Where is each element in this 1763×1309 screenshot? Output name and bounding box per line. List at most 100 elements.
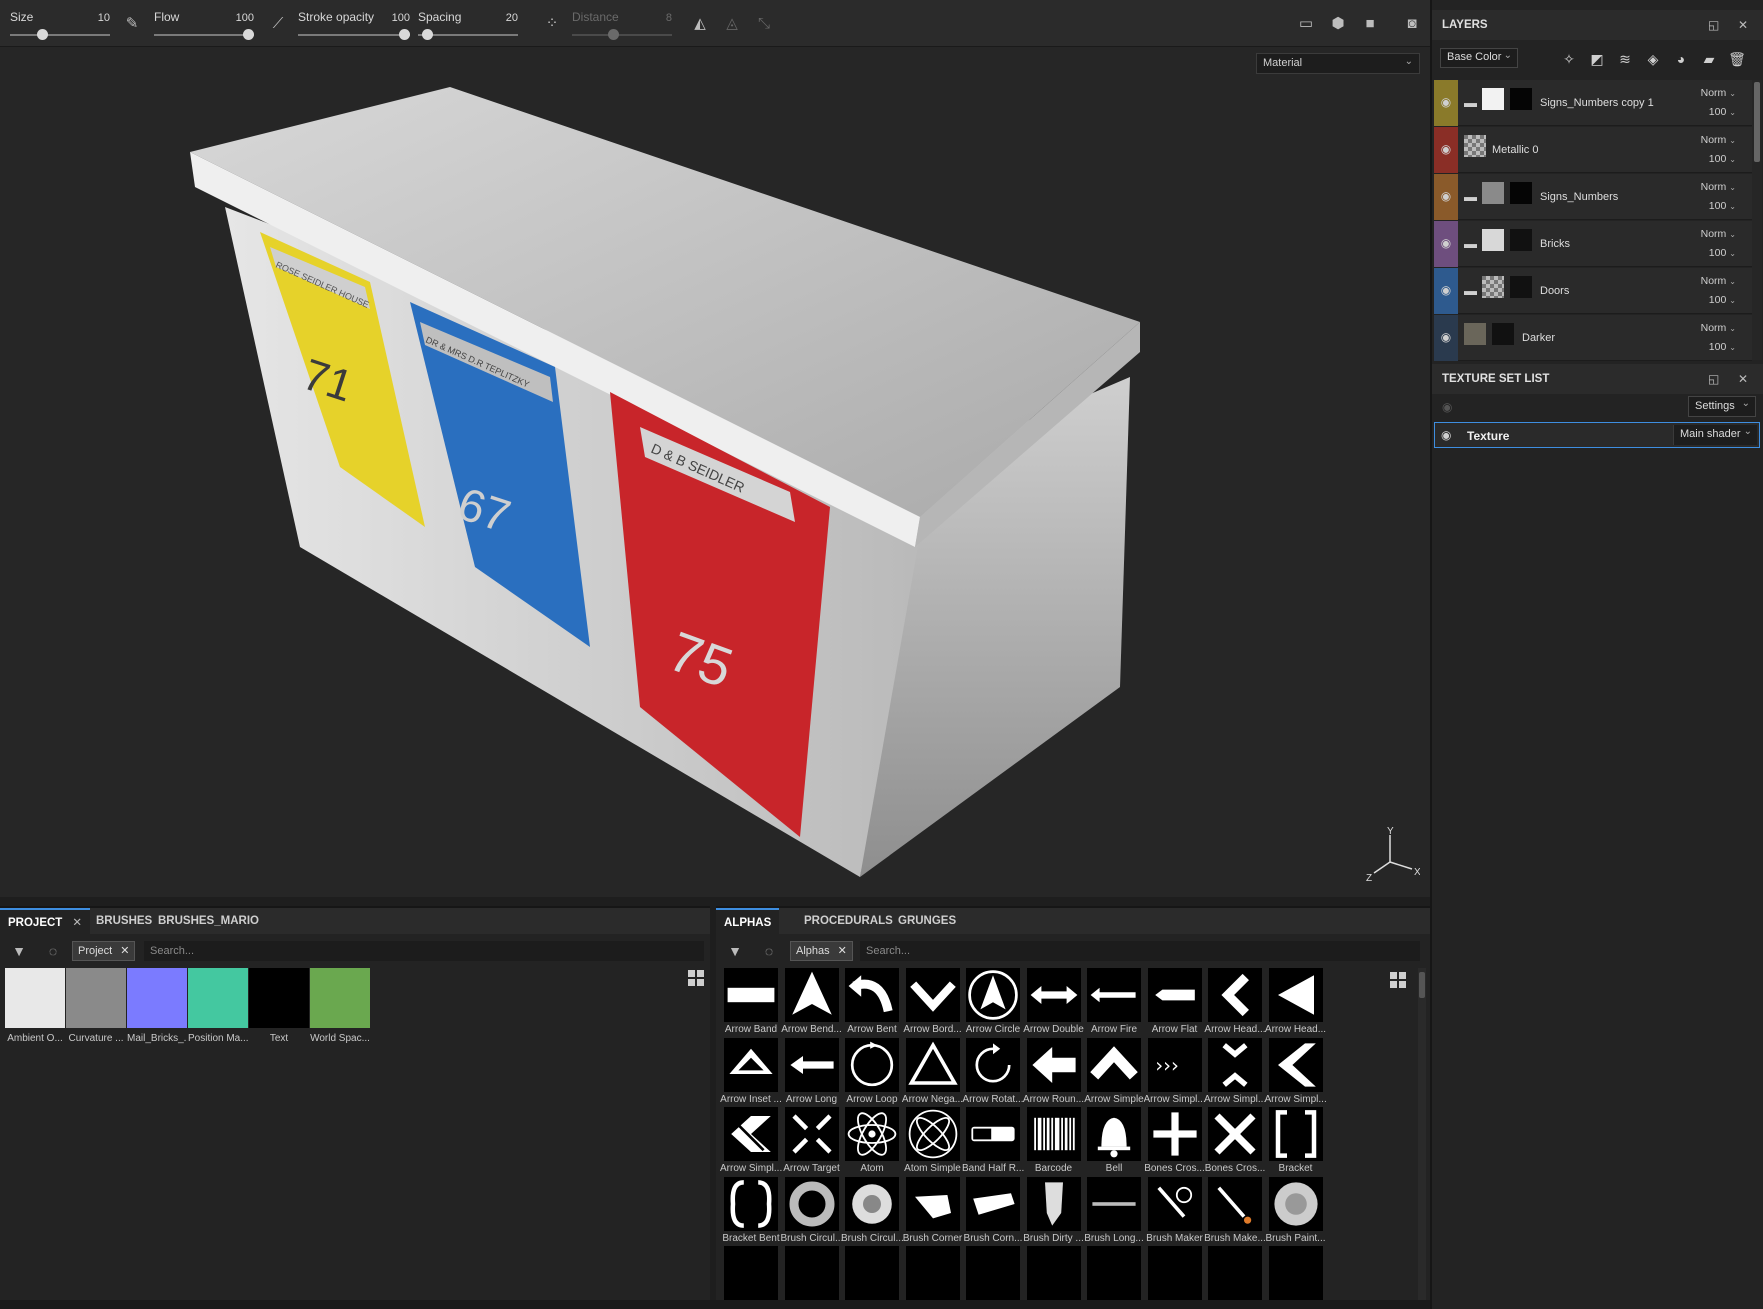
close-icon[interactable]: ✕: [838, 945, 847, 957]
eye-icon[interactable]: ◉: [1439, 189, 1453, 203]
layer-mask-thumbnail[interactable]: [1510, 276, 1532, 298]
alpha-item[interactable]: Brush Maker: [1144, 1176, 1206, 1255]
distance-value[interactable]: 8: [666, 12, 672, 24]
spacing-knob[interactable]: [422, 29, 434, 40]
folder-icon[interactable]: ▬: [1464, 95, 1477, 110]
texture-set-settings-button[interactable]: Settings ⌄: [1688, 396, 1756, 417]
layer-row[interactable]: ◉ ▬ Signs_Numbers Norm ⌄ 100 ⌄: [1434, 174, 1752, 220]
layer-row[interactable]: ◉ ▬ Doors Norm ⌄ 100 ⌄: [1434, 268, 1752, 314]
alpha-item[interactable]: Brush Circul...: [781, 1176, 843, 1255]
alpha-item[interactable]: Bell: [1083, 1107, 1145, 1185]
alphas-filter-chip[interactable]: Alphas ✕: [790, 941, 853, 961]
alpha-item[interactable]: Arrow Bord...: [902, 968, 964, 1046]
alpha-item[interactable]: Arrow Head...: [1265, 968, 1327, 1046]
eye-icon[interactable]: ◉: [1439, 142, 1453, 156]
refresh-icon[interactable]: ◌: [44, 942, 62, 960]
alpha-item[interactable]: Arrow Target: [781, 1107, 843, 1185]
grid-view-icon[interactable]: [688, 970, 704, 986]
alpha-item[interactable]: Arrow Simpl...: [1204, 1037, 1266, 1116]
project-item[interactable]: Ambient O...: [5, 968, 65, 1044]
size-knob[interactable]: [36, 29, 48, 40]
spacing-slider[interactable]: Spacing 20: [418, 8, 518, 42]
alpha-item[interactable]: Bracket Bent: [720, 1176, 782, 1255]
blend-mode-select[interactable]: Norm ⌄: [1701, 228, 1736, 240]
filter-icon[interactable]: ▼: [10, 942, 28, 960]
cube-icon[interactable]: ⬢: [1328, 14, 1348, 34]
alpha-item[interactable]: Arrow Loop: [841, 1037, 903, 1116]
alpha-item[interactable]: Arrow Roun...: [1023, 1037, 1085, 1116]
eye-icon[interactable]: ◉: [1442, 400, 1452, 414]
add-smart-material-icon[interactable]: ◕: [1672, 50, 1690, 68]
flow-slider[interactable]: Flow 100: [154, 8, 254, 42]
eye-icon[interactable]: ◉: [1439, 95, 1453, 109]
alpha-item[interactable]: ››› Arrow Simpl...: [1144, 1037, 1206, 1116]
stroke-opacity-track[interactable]: [298, 34, 410, 36]
tab-procedurals[interactable]: PROCEDURALS: [796, 908, 901, 934]
tab-grunges[interactable]: GRUNGES: [890, 908, 964, 934]
alpha-item[interactable]: Band Half R...: [962, 1107, 1024, 1185]
opacity-field[interactable]: 100 ⌄: [1709, 247, 1736, 259]
layer-row[interactable]: ◉ ▬ Bricks Norm ⌄ 100 ⌄: [1434, 221, 1752, 267]
project-search-input[interactable]: Search...: [144, 941, 704, 961]
size-track[interactable]: [10, 34, 110, 36]
project-item[interactable]: Mail_Bricks_...: [127, 968, 187, 1044]
add-folder-icon[interactable]: ▰: [1700, 50, 1718, 68]
stroke-opacity-value[interactable]: 100: [392, 12, 410, 24]
tab-alphas[interactable]: ALPHAS: [716, 908, 780, 934]
filter-icon[interactable]: ▼: [726, 942, 744, 960]
blend-mode-select[interactable]: Norm ⌄: [1701, 134, 1736, 146]
alpha-item[interactable]: Arrow Bend...: [781, 968, 843, 1046]
blend-mode-select[interactable]: Norm ⌄: [1701, 87, 1736, 99]
project-item[interactable]: Curvature ...: [66, 968, 126, 1044]
distance-knob[interactable]: [607, 29, 619, 40]
close-icon[interactable]: ✕: [1738, 18, 1748, 32]
eye-icon[interactable]: ◉: [1441, 428, 1451, 442]
folder-icon[interactable]: ▬: [1464, 189, 1477, 204]
eye-icon[interactable]: ◉: [1439, 283, 1453, 297]
alphas-scrollbar[interactable]: [1418, 968, 1426, 1309]
viewport-2d-3d-icon[interactable]: ▭: [1296, 14, 1316, 34]
layer-row[interactable]: ◉ Darker Norm ⌄ 100 ⌄: [1434, 315, 1752, 361]
tab-brushes-mario[interactable]: BRUSHES_MARIO: [150, 908, 267, 934]
alpha-item[interactable]: Arrow Simpl...: [720, 1107, 782, 1185]
alpha-item[interactable]: Brush Corner: [902, 1176, 964, 1255]
flow-knob[interactable]: [243, 29, 254, 40]
blend-mode-select[interactable]: Norm ⌄: [1701, 181, 1736, 193]
flow-track[interactable]: [154, 34, 254, 36]
stroke-opacity-slider[interactable]: Stroke opacity 100: [298, 8, 410, 42]
alpha-item[interactable]: Brush Circul...: [841, 1176, 903, 1255]
tab-project[interactable]: PROJECT ✕: [0, 908, 90, 934]
layer-mask-thumbnail[interactable]: [1510, 88, 1532, 110]
camera-icon[interactable]: ■: [1360, 14, 1380, 34]
opacity-field[interactable]: 100 ⌄: [1709, 294, 1736, 306]
folder-icon[interactable]: ▬: [1464, 283, 1477, 298]
alpha-item[interactable]: Arrow Head...: [1204, 968, 1266, 1046]
symmetry-icon[interactable]: ◭: [690, 14, 710, 34]
add-layer-icon[interactable]: ≋: [1616, 50, 1634, 68]
alpha-item[interactable]: Arrow Circle: [962, 968, 1024, 1046]
alpha-item[interactable]: Arrow Flat: [1144, 968, 1206, 1046]
alpha-item[interactable]: Bracket: [1265, 1107, 1327, 1185]
project-item[interactable]: Text: [249, 968, 309, 1044]
layer-row[interactable]: ◉ Metallic 0 Norm ⌄ 100 ⌄: [1434, 127, 1752, 173]
alpha-item[interactable]: Arrow Fire: [1083, 968, 1145, 1046]
add-mask-icon[interactable]: ◩: [1588, 50, 1606, 68]
alpha-item[interactable]: Arrow Inset ...: [720, 1037, 782, 1116]
layer-mask-thumbnail[interactable]: [1492, 323, 1514, 345]
alphas-search-input[interactable]: Search...: [860, 941, 1420, 961]
transform-icon[interactable]: ⤡: [754, 14, 774, 34]
pen-pressure-icon[interactable]: ⟋: [268, 14, 288, 34]
alpha-item[interactable]: Bones Cros...: [1144, 1107, 1206, 1185]
alpha-item[interactable]: Arrow Rotat...: [962, 1037, 1024, 1116]
refresh-icon[interactable]: ◌: [760, 942, 778, 960]
size-slider[interactable]: Size 10: [10, 8, 110, 42]
layer-mask-thumbnail[interactable]: [1510, 229, 1532, 251]
shader-select[interactable]: Main shader ⌄: [1673, 425, 1757, 445]
layers-scrollbar[interactable]: [1752, 80, 1762, 360]
alpha-item[interactable]: Arrow Long: [781, 1037, 843, 1116]
layer-mask-thumbnail[interactable]: [1510, 182, 1532, 204]
layer-channel-select[interactable]: Base Color ⌄: [1440, 48, 1518, 68]
alpha-item[interactable]: Arrow Simpl...: [1265, 1037, 1327, 1116]
brush-settings-icon[interactable]: ✎: [122, 14, 142, 34]
eye-icon[interactable]: ◉: [1439, 330, 1453, 344]
